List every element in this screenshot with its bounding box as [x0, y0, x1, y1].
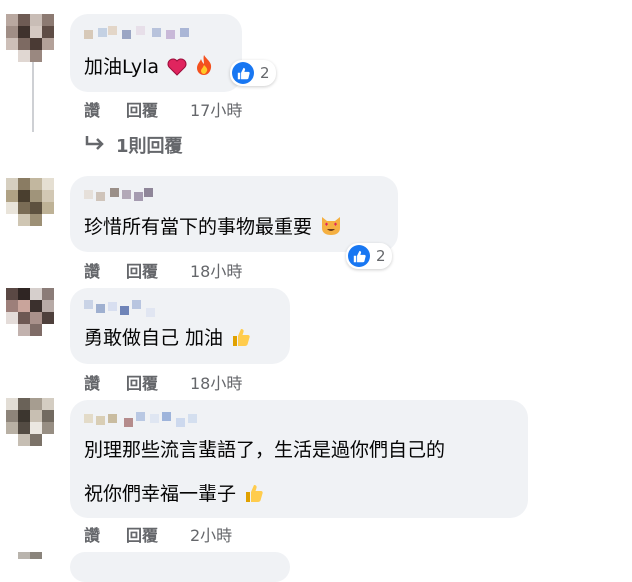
reaction-summary[interactable]: 2 — [346, 243, 392, 269]
comment-text: 加油Lyla — [84, 54, 213, 82]
reply-button[interactable]: 回覆 — [126, 370, 190, 394]
commenter-name-blurred[interactable] — [84, 186, 204, 204]
avatar[interactable] — [2, 284, 60, 342]
comment-timestamp[interactable]: 18小時 — [190, 370, 242, 394]
avatar[interactable] — [2, 550, 60, 559]
comment-bubble — [70, 552, 290, 582]
comment-text-line: 別理那些流言蜚語了，生活是過你們自己的 — [84, 439, 446, 461]
comment-actions: 讚 回覆 2小時 — [84, 522, 232, 546]
comment-timestamp[interactable]: 17小時 — [190, 97, 242, 121]
comment-bubble: 珍惜所有當下的事物最重要 — [70, 176, 398, 252]
comment-text-line: 祝你們幸福一輩子 — [84, 482, 264, 509]
reply-button[interactable]: 回覆 — [126, 522, 190, 546]
avatar[interactable] — [2, 174, 60, 232]
avatar[interactable] — [2, 394, 60, 452]
comment-timestamp[interactable]: 2小時 — [190, 522, 232, 546]
like-button[interactable]: 讚 — [84, 97, 126, 121]
thumbs-up-emoji — [244, 483, 264, 509]
comment-bubble: 別理那些流言蜚語了，生活是過你們自己的 祝你們幸福一輩子 — [70, 400, 528, 518]
comment-text: 勇敢做自己 加油 — [84, 326, 251, 353]
like-button[interactable]: 讚 — [84, 258, 126, 282]
comment-actions: 讚 回覆 18小時 — [84, 258, 242, 282]
comment-bubble: 加油Lyla — [70, 14, 242, 92]
comment-timestamp[interactable]: 18小時 — [190, 258, 242, 282]
comment-actions: 讚 回覆 17小時 — [84, 97, 242, 121]
reaction-summary[interactable]: 2 — [230, 60, 276, 86]
heart-emoji — [167, 58, 187, 82]
reply-arrow-icon — [84, 135, 106, 156]
commenter-name-blurred[interactable] — [84, 24, 204, 42]
thumbs-up-emoji — [231, 327, 251, 353]
comment-text: 珍惜所有當下的事物最重要 — [84, 214, 342, 242]
thread-line — [32, 60, 34, 132]
commenter-name-blurred[interactable] — [84, 410, 204, 428]
fire-emoji — [195, 54, 213, 82]
avatar[interactable] — [2, 10, 60, 68]
reaction-count: 2 — [376, 247, 386, 265]
reply-button[interactable]: 回覆 — [126, 97, 190, 121]
comment-bubble: 勇敢做自己 加油 — [70, 288, 290, 364]
like-reaction-icon — [348, 245, 370, 267]
like-button[interactable]: 讚 — [84, 522, 126, 546]
heart-eyes-cat-emoji — [320, 214, 342, 242]
view-replies-link[interactable]: 1則回覆 — [84, 132, 183, 158]
reaction-count: 2 — [260, 64, 270, 82]
comment-actions: 讚 回覆 18小時 — [84, 370, 242, 394]
view-replies-label: 1則回覆 — [116, 136, 183, 157]
reply-button[interactable]: 回覆 — [126, 258, 190, 282]
like-reaction-icon — [232, 62, 254, 84]
like-button[interactable]: 讚 — [84, 370, 126, 394]
commenter-name-blurred[interactable] — [84, 298, 204, 317]
